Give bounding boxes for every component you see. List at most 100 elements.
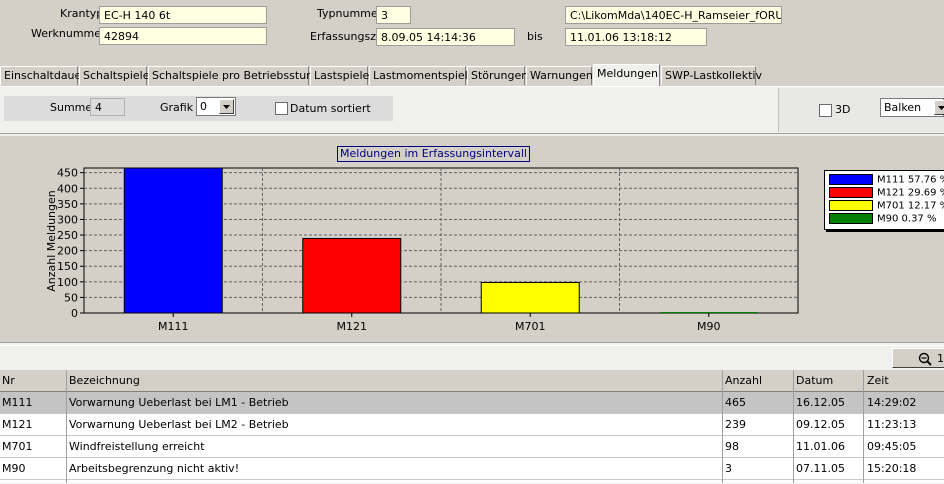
y-tick-label: 300 <box>57 213 78 226</box>
cell-datum: 07.11.05 <box>796 462 845 475</box>
krantyp-field[interactable]: EC-H 140 6t <box>99 6 267 24</box>
bis-field[interactable]: 11.01.06 13:18:12 <box>565 28 707 46</box>
3d-checkbox[interactable] <box>819 104 832 117</box>
bar-m90 <box>659 312 758 313</box>
cell-bezeichnung: Arbeitsbegrenzung nicht aktiv! <box>69 462 240 475</box>
typnummer-label: Typnummer <box>317 7 383 20</box>
tab-meldungen[interactable]: Meldungen <box>593 64 660 86</box>
chart-type-value: Balken <box>884 101 922 114</box>
legend-label: M121 29.69 % <box>877 187 944 199</box>
cell-bezeichnung: Vorwarnung Ueberlast bei LM1 - Betrieb <box>69 396 289 409</box>
cell-nr: M701 <box>2 440 33 453</box>
y-tick-label: 450 <box>57 167 78 180</box>
messages-table: Nr Bezeichnung Anzahl Datum Zeit M111 Vo… <box>0 370 944 483</box>
tab-lastspiele[interactable]: Lastspiele <box>310 66 369 85</box>
legend-item: M111 57.76 % <box>829 174 944 186</box>
cell-zeit: 14:29:02 <box>867 396 917 409</box>
cell-nr: M90 <box>2 462 26 475</box>
bar-m701 <box>480 281 580 314</box>
datum-sortiert-checkbox[interactable] <box>275 102 288 115</box>
column-header-anzahl[interactable]: Anzahl <box>723 370 793 392</box>
x-tick-label: M121 <box>337 320 368 333</box>
column-divider <box>722 370 723 483</box>
column-header-datum[interactable]: Datum <box>794 370 862 392</box>
column-divider <box>793 370 794 483</box>
legend-item: M701 12.17 % <box>829 200 944 212</box>
legend-label: M111 57.76 % <box>877 174 944 186</box>
tab-einschaltdauer[interactable]: Einschaltdauer <box>0 66 86 85</box>
x-tick-label: M701 <box>515 320 546 333</box>
cell-anzahl: 465 <box>725 396 746 409</box>
y-tick-label: 350 <box>57 198 78 211</box>
tab-swp-lastkollektiv[interactable]: SWP-Lastkollektiv <box>661 66 762 85</box>
y-tick-label: 0 <box>71 307 78 320</box>
magnifier-icon <box>918 352 932 366</box>
summe-field: 4 <box>90 98 125 116</box>
grafik-select[interactable]: 0 <box>196 97 236 116</box>
legend-swatch <box>829 200 873 211</box>
grafik-label: Grafik <box>160 101 194 114</box>
y-tick-label: 250 <box>57 229 78 242</box>
typnummer-field[interactable]: 3 <box>376 6 411 24</box>
chart-type-select[interactable]: Balken <box>880 98 944 117</box>
y-axis-label: Anzahl Meldungen <box>45 190 58 292</box>
summe-label: Summe <box>50 101 93 114</box>
tab-stoerungen[interactable]: Störungen <box>467 66 528 85</box>
cell-anzahl: 239 <box>725 418 746 431</box>
file-path-field[interactable]: C:\LikomMda\140EC-H_Ramseier_fORUM. <box>565 6 782 24</box>
cell-bezeichnung: Windfreistellung erreicht <box>69 440 205 453</box>
column-header-bezeichnung[interactable]: Bezeichnung <box>67 370 722 392</box>
legend-swatch <box>829 174 873 185</box>
chart-title: Meldungen im Erfassungsintervall <box>337 146 530 162</box>
table-row[interactable]: M90 Arbeitsbegrenzung nicht aktiv! 3 07.… <box>0 458 944 480</box>
column-header-zeit[interactable]: Zeit <box>865 370 944 392</box>
bar-m121 <box>302 237 402 314</box>
tab-bar: Einschaltdauer Schaltspiele Schaltspiele… <box>0 64 944 86</box>
werknummer-label: Werknummer <box>31 27 106 40</box>
3d-label: 3D <box>835 103 851 116</box>
bis-label: bis <box>527 30 543 43</box>
bar-chart: 0 50 100 150 200 250 300 350 400 450 M111 M121 M701… <box>45 167 799 333</box>
column-divider <box>66 370 67 483</box>
tab-warnungen[interactable]: Warnungen <box>526 66 593 85</box>
divider <box>0 342 944 346</box>
cell-zeit: 09:45:05 <box>867 440 917 453</box>
zoom-label: 1 <box>937 352 944 365</box>
cell-zeit: 15:20:18 <box>867 462 917 475</box>
y-tick-label: 50 <box>64 291 78 304</box>
chevron-down-icon[interactable] <box>219 99 234 114</box>
cell-anzahl: 3 <box>725 462 732 475</box>
table-row[interactable]: M701 Windfreistellung erreicht 98 11.01.… <box>0 436 944 458</box>
y-tick-label: 150 <box>57 260 78 273</box>
cell-datum: 16.12.05 <box>796 396 845 409</box>
grafik-value: 0 <box>200 100 207 113</box>
chevron-down-icon[interactable] <box>934 100 944 115</box>
table-row[interactable]: M111 Vorwarnung Ueberlast bei LM1 - Betr… <box>0 392 944 414</box>
erfassungszeit-field[interactable]: 8.09.05 14:14:36 <box>376 28 515 46</box>
y-tick-label: 400 <box>57 182 78 195</box>
table-header: Nr Bezeichnung Anzahl Datum Zeit <box>0 370 944 392</box>
cell-datum: 11.01.06 <box>796 440 845 453</box>
cell-nr: M111 <box>2 396 33 409</box>
table-row[interactable]: M121 Vorwarnung Ueberlast bei LM2 - Betr… <box>0 414 944 436</box>
tab-schaltspiele-pro-betriebsstunde[interactable]: Schaltspiele pro Betriebsstunde <box>148 66 327 85</box>
legend-swatch <box>829 213 873 224</box>
cell-datum: 09.12.05 <box>796 418 845 431</box>
krantyp-label: Krantyp <box>60 7 104 20</box>
legend-item: M90 0.37 % <box>829 213 936 225</box>
werknummer-field[interactable]: 42894 <box>99 27 267 45</box>
cell-zeit: 11:23:13 <box>867 418 917 431</box>
datum-sortiert-label: Datum sortiert <box>290 102 371 115</box>
zoom-button[interactable]: 1 <box>892 348 944 368</box>
y-tick-label: 200 <box>57 245 78 258</box>
x-tick-label: M90 <box>697 320 721 333</box>
chart-legend: M111 57.76 % M121 29.69 % M701 12.17 % M90 … <box>824 170 944 230</box>
bar-m111 <box>123 167 223 314</box>
cell-bezeichnung: Vorwarnung Ueberlast bei LM2 - Betrieb <box>69 418 289 431</box>
column-header-nr[interactable]: Nr <box>0 370 66 392</box>
cell-nr: M121 <box>2 418 33 431</box>
tab-schaltspiele[interactable]: Schaltspiele <box>79 66 149 85</box>
tab-lastmomentspiele[interactable]: Lastmomentspiele <box>369 66 475 85</box>
y-tick-label: 100 <box>57 276 78 289</box>
legend-label: M90 0.37 % <box>877 213 937 225</box>
